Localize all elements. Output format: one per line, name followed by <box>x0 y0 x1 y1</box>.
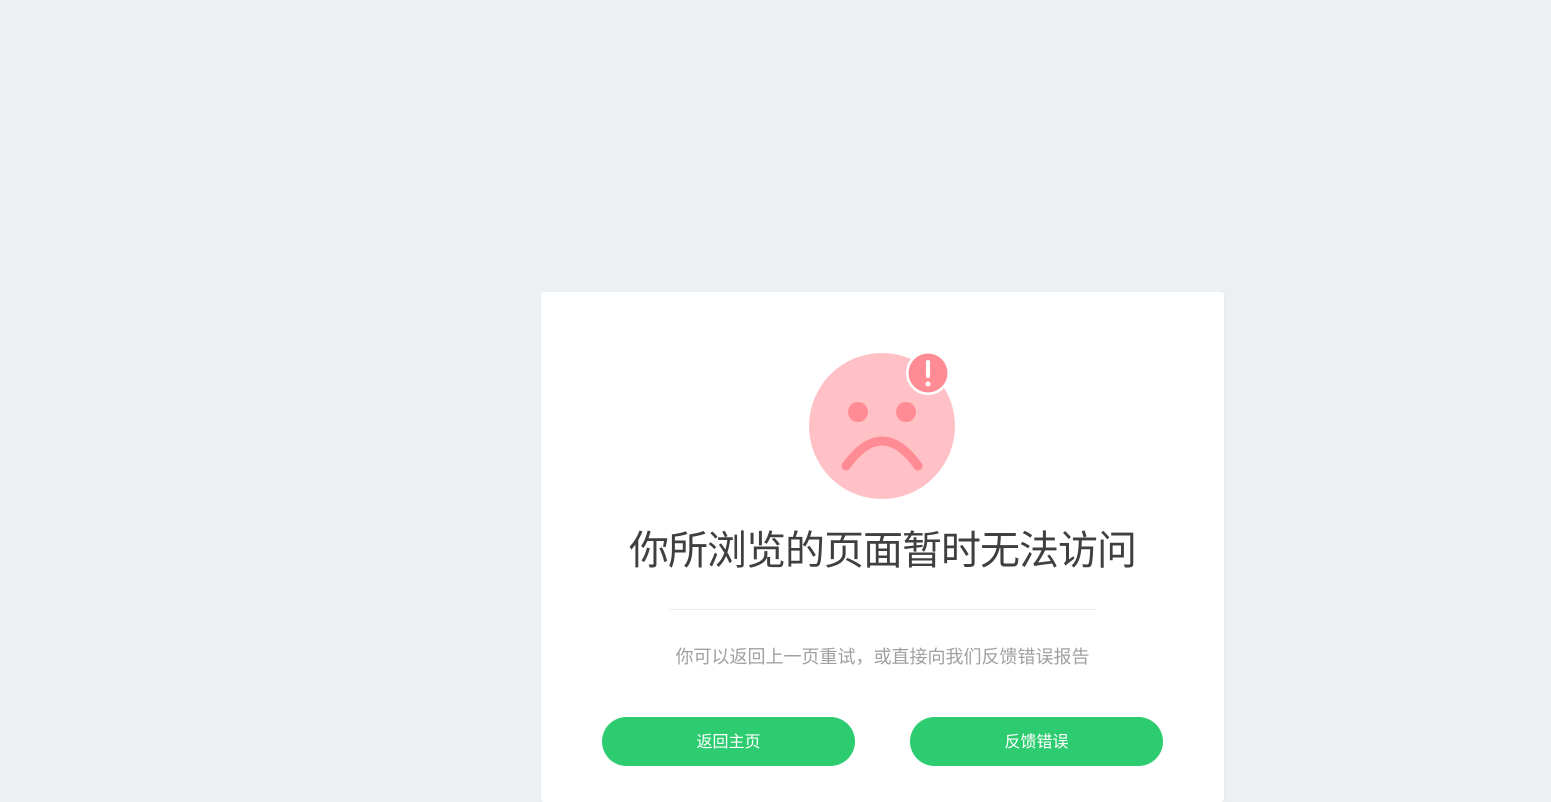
feedback-button[interactable]: 反馈错误 <box>910 717 1163 766</box>
home-button[interactable]: 返回主页 <box>602 717 855 766</box>
error-card: 你所浏览的页面暂时无法访问 你可以返回上一页重试，或直接向我们反馈错误报告 返回… <box>541 292 1224 802</box>
sad-face-icon <box>808 351 958 501</box>
divider <box>669 609 1096 610</box>
error-subtitle: 你可以返回上一页重试，或直接向我们反馈错误报告 <box>675 647 1090 668</box>
exclamation-icon <box>906 351 950 395</box>
error-title: 你所浏览的页面暂时无法访问 <box>629 528 1137 574</box>
